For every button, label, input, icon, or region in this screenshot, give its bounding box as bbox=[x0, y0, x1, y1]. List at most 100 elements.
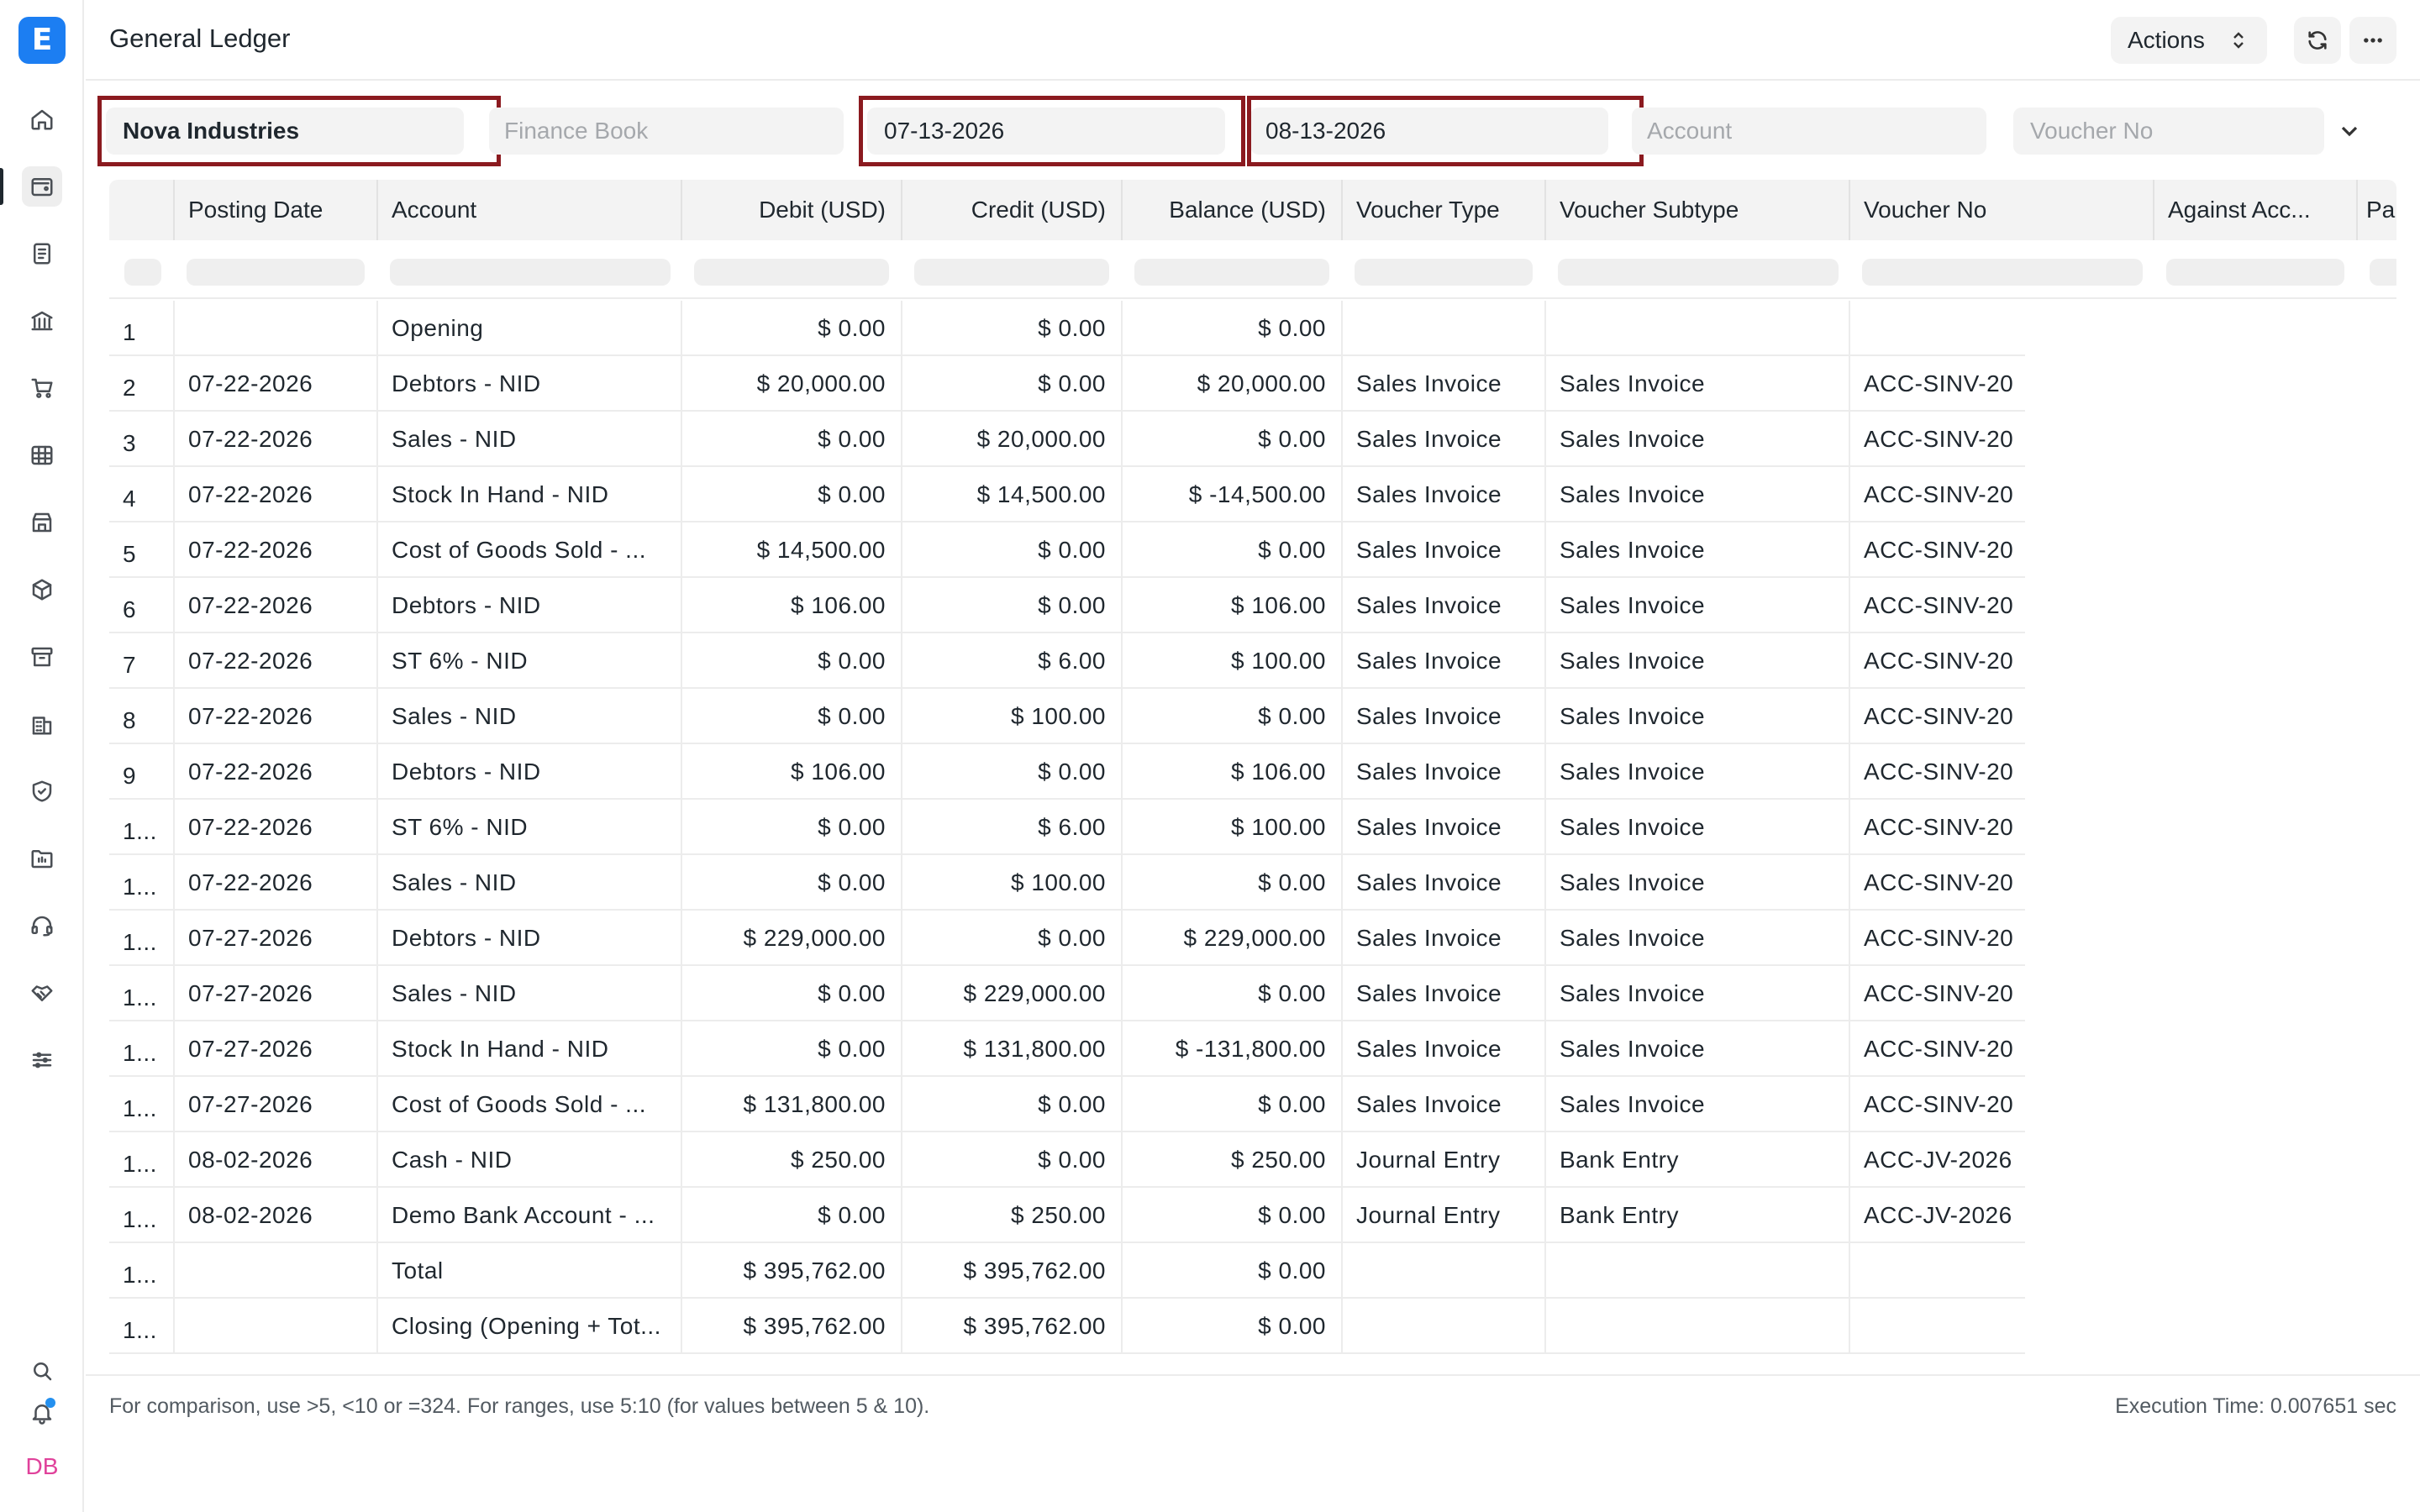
credit-cell[interactable]: $ 6.00 bbox=[902, 633, 1123, 689]
table-row[interactable]: 9 07-22-2026 Debtors - NID $ 106.00 $ 0.00 $ … bbox=[109, 744, 2025, 800]
sidebar-item-buying[interactable] bbox=[22, 368, 62, 408]
voucher-subtype-cell[interactable]: Sales Invoice bbox=[1546, 633, 1850, 689]
voucher-type-cell[interactable]: Sales Invoice bbox=[1343, 1077, 1546, 1132]
column-filter-input[interactable] bbox=[2370, 259, 2396, 286]
debit-cell[interactable]: $ 229,000.00 bbox=[682, 911, 902, 966]
voucher-type-cell[interactable] bbox=[1343, 1299, 1546, 1354]
table-row[interactable]: 1... Closing (Opening + Tot... $ 395,762.0… bbox=[109, 1299, 2025, 1354]
debit-cell[interactable]: $ 0.00 bbox=[682, 800, 902, 855]
voucher-type-cell[interactable] bbox=[1343, 301, 1546, 356]
voucher-no-cell[interactable]: ACC-SINV-20 bbox=[1850, 522, 2025, 578]
table-row[interactable]: 7 07-22-2026 ST 6% - NID $ 0.00 $ 6.00 $ 100.… bbox=[109, 633, 2025, 689]
posting-date-cell[interactable]: 07-22-2026 bbox=[175, 356, 378, 412]
row-index[interactable]: 8 bbox=[109, 689, 175, 744]
column-filter-input[interactable] bbox=[1134, 259, 1329, 286]
balance-cell[interactable]: $ 0.00 bbox=[1123, 1299, 1343, 1354]
posting-date-cell[interactable] bbox=[175, 301, 378, 356]
row-index[interactable]: 1... bbox=[109, 966, 175, 1021]
voucher-subtype-cell[interactable]: Sales Invoice bbox=[1546, 855, 1850, 911]
account-cell[interactable]: ST 6% - NID bbox=[378, 633, 682, 689]
account-cell[interactable]: Cash - NID bbox=[378, 1132, 682, 1188]
voucher-type-cell[interactable] bbox=[1343, 1243, 1546, 1299]
table-row[interactable]: 8 07-22-2026 Sales - NID $ 0.00 $ 100.00 $ 0.… bbox=[109, 689, 2025, 744]
account-cell[interactable]: Demo Bank Account - ... bbox=[378, 1188, 682, 1243]
voucher-no-cell[interactable]: ACC-SINV-20 bbox=[1850, 412, 2025, 467]
row-index[interactable]: 1... bbox=[109, 1243, 175, 1299]
posting-date-cell[interactable] bbox=[175, 1243, 378, 1299]
voucher-type-cell[interactable]: Sales Invoice bbox=[1343, 412, 1546, 467]
balance-cell[interactable]: $ 250.00 bbox=[1123, 1132, 1343, 1188]
voucher-no-filter[interactable]: Voucher No bbox=[2013, 108, 2324, 155]
posting-date-cell[interactable]: 07-22-2026 bbox=[175, 855, 378, 911]
sidebar-item-store[interactable] bbox=[22, 502, 62, 543]
debit-cell[interactable]: $ 0.00 bbox=[682, 689, 902, 744]
voucher-subtype-cell[interactable]: Sales Invoice bbox=[1546, 412, 1850, 467]
balance-cell[interactable]: $ 100.00 bbox=[1123, 800, 1343, 855]
voucher-no-cell[interactable]: ACC-SINV-20 bbox=[1850, 1021, 2025, 1077]
account-cell[interactable]: Opening bbox=[378, 301, 682, 356]
row-index[interactable]: 9 bbox=[109, 744, 175, 800]
account-cell[interactable]: Sales - NID bbox=[378, 966, 682, 1021]
account-cell[interactable]: Debtors - NID bbox=[378, 911, 682, 966]
debit-cell[interactable]: $ 14,500.00 bbox=[682, 522, 902, 578]
column-header[interactable]: Against Acc... bbox=[2154, 180, 2358, 240]
voucher-no-cell[interactable]: ACC-SINV-20 bbox=[1850, 800, 2025, 855]
balance-cell[interactable]: $ -14,500.00 bbox=[1123, 467, 1343, 522]
column-header[interactable]: Account bbox=[378, 180, 682, 240]
balance-cell[interactable]: $ 0.00 bbox=[1123, 301, 1343, 356]
voucher-no-cell[interactable]: ACC-SINV-20 bbox=[1850, 855, 2025, 911]
account-cell[interactable]: Debtors - NID bbox=[378, 578, 682, 633]
credit-cell[interactable]: $ 20,000.00 bbox=[902, 412, 1123, 467]
credit-cell[interactable]: $ 0.00 bbox=[902, 1077, 1123, 1132]
voucher-subtype-cell[interactable]: Sales Invoice bbox=[1546, 578, 1850, 633]
voucher-no-cell[interactable]: ACC-SINV-20 bbox=[1850, 356, 2025, 412]
row-index[interactable]: 1... bbox=[109, 1021, 175, 1077]
voucher-no-cell[interactable] bbox=[1850, 1299, 2025, 1354]
avatar[interactable]: DB bbox=[22, 1448, 62, 1485]
credit-cell[interactable]: $ 131,800.00 bbox=[902, 1021, 1123, 1077]
account-cell[interactable]: Sales - NID bbox=[378, 412, 682, 467]
sidebar-item-settings[interactable] bbox=[22, 1040, 62, 1080]
sidebar-item-accounting[interactable] bbox=[22, 166, 62, 207]
refresh-button[interactable] bbox=[2294, 17, 2341, 64]
voucher-no-cell[interactable]: ACC-SINV-20 bbox=[1850, 1077, 2025, 1132]
debit-cell[interactable]: $ 0.00 bbox=[682, 467, 902, 522]
voucher-subtype-cell[interactable]: Sales Invoice bbox=[1546, 1021, 1850, 1077]
balance-cell[interactable]: $ -131,800.00 bbox=[1123, 1021, 1343, 1077]
voucher-no-cell[interactable]: ACC-SINV-20 bbox=[1850, 744, 2025, 800]
credit-cell[interactable]: $ 0.00 bbox=[902, 911, 1123, 966]
row-index[interactable]: 1... bbox=[109, 1299, 175, 1354]
voucher-subtype-cell[interactable]: Sales Invoice bbox=[1546, 966, 1850, 1021]
voucher-subtype-cell[interactable] bbox=[1546, 301, 1850, 356]
voucher-type-cell[interactable]: Journal Entry bbox=[1343, 1188, 1546, 1243]
voucher-type-cell[interactable]: Sales Invoice bbox=[1343, 467, 1546, 522]
table-row[interactable]: 1... 07-22-2026 ST 6% - NID $ 0.00 $ 6.00 $ 1… bbox=[109, 800, 2025, 855]
posting-date-cell[interactable]: 07-22-2026 bbox=[175, 522, 378, 578]
credit-cell[interactable]: $ 395,762.00 bbox=[902, 1243, 1123, 1299]
column-header[interactable]: Voucher No bbox=[1850, 180, 2154, 240]
column-header[interactable]: Voucher Type bbox=[1343, 180, 1546, 240]
voucher-no-cell[interactable] bbox=[1850, 1243, 2025, 1299]
table-row[interactable]: 4 07-22-2026 Stock In Hand - NID $ 0.00 $ 14… bbox=[109, 467, 2025, 522]
voucher-subtype-cell[interactable]: Sales Invoice bbox=[1546, 744, 1850, 800]
row-index[interactable]: 6 bbox=[109, 578, 175, 633]
column-header[interactable]: Posting Date bbox=[175, 180, 378, 240]
column-filter-input[interactable] bbox=[1862, 259, 2143, 286]
finance-book-filter[interactable]: Finance Book bbox=[489, 108, 844, 155]
column-header[interactable]: Debit (USD) bbox=[682, 180, 902, 240]
account-cell[interactable]: Sales - NID bbox=[378, 689, 682, 744]
credit-cell[interactable]: $ 100.00 bbox=[902, 689, 1123, 744]
column-header[interactable]: Pa bbox=[2358, 180, 2396, 240]
voucher-type-cell[interactable]: Sales Invoice bbox=[1343, 578, 1546, 633]
credit-cell[interactable]: $ 14,500.00 bbox=[902, 467, 1123, 522]
posting-date-cell[interactable]: 07-22-2026 bbox=[175, 633, 378, 689]
balance-cell[interactable]: $ 0.00 bbox=[1123, 1188, 1343, 1243]
credit-cell[interactable]: $ 229,000.00 bbox=[902, 966, 1123, 1021]
account-cell[interactable]: ST 6% - NID bbox=[378, 800, 682, 855]
voucher-type-cell[interactable]: Sales Invoice bbox=[1343, 356, 1546, 412]
debit-cell[interactable]: $ 0.00 bbox=[682, 301, 902, 356]
account-filter[interactable]: Account bbox=[1632, 108, 1986, 155]
column-filter-input[interactable] bbox=[390, 259, 671, 286]
sidebar-item-table[interactable] bbox=[22, 435, 62, 475]
voucher-type-cell[interactable]: Sales Invoice bbox=[1343, 744, 1546, 800]
